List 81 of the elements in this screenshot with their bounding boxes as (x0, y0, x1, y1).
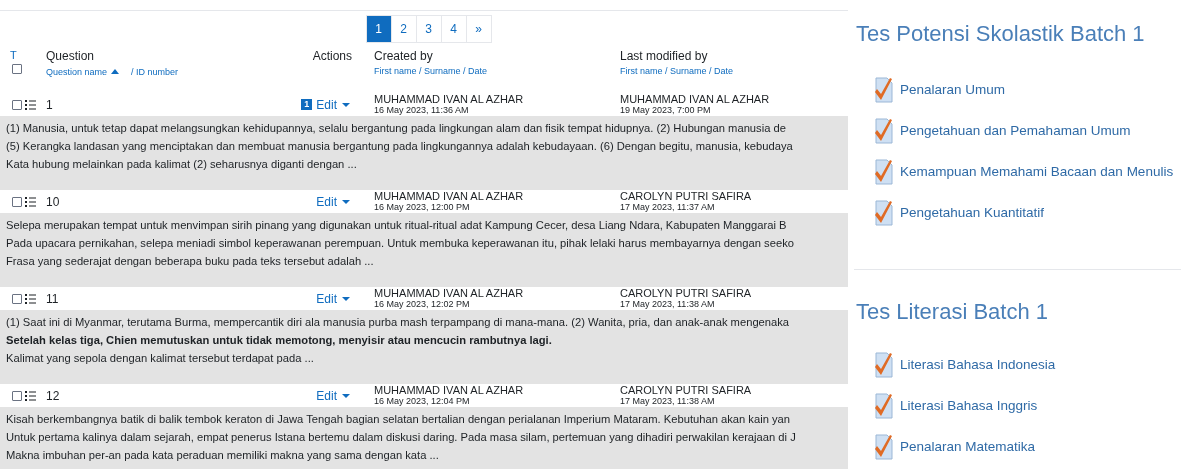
user-name: MUHAMMAD IVAN AL AZHAR (620, 93, 771, 105)
question-name: 1 (46, 96, 54, 114)
date-text: 17 May 2023, 11:38 AM (620, 298, 716, 310)
checkbox[interactable] (12, 390, 22, 401)
list-icon (25, 196, 36, 207)
section-title: Tes Potensi Skolastik Batch 1 (856, 20, 1145, 48)
column-heading: Actions (312, 49, 352, 65)
date-text: 17 May 2023, 11:38 AM (620, 395, 716, 407)
preview-text: Makna imbuhan per-an pada kata peraduan memiliki makna yang sama dengan kata ... (6, 448, 439, 463)
caret-icon (342, 199, 350, 204)
checkbox[interactable] (12, 293, 22, 304)
checked-document-icon (874, 392, 894, 420)
user-name: CAROLYN PUTRI SAFIRA (620, 384, 753, 396)
activity-link[interactable]: Pengetahuan dan Pemahaman Umum (874, 117, 1131, 145)
checked-document-icon (874, 117, 894, 145)
question-name: 12 (46, 387, 61, 405)
activity-link[interactable]: Penalaran Matematika (874, 433, 1036, 461)
page-link[interactable]: 3 (415, 15, 442, 43)
user-name: CAROLYN PUTRI SAFIRA (620, 287, 753, 299)
preview-text: Frasa yang sederajat dengan beberapa buku pada teks tersebut adalah ... (6, 254, 374, 269)
preview-text: (5) Kerangka landasan yang menciptakan dan membuat manusia bergantung pada lingkungannya adalah kebudayaan. (6) Dengan begitu, manusia, kebudaya (6, 139, 793, 154)
checkbox[interactable] (12, 64, 22, 74)
date-text: 16 May 2023, 12:02 PM (374, 298, 471, 310)
activity-link[interactable]: Pengetahuan Kuantitatif (874, 199, 1045, 227)
checked-document-icon (874, 433, 894, 461)
list-icon (25, 99, 36, 110)
page-link[interactable]: 4 (440, 15, 467, 43)
checked-document-icon (874, 158, 894, 186)
user-name: MUHAMMAD IVAN AL AZHAR (374, 93, 525, 105)
checked-document-icon (874, 199, 894, 227)
preview-text: (1) Manusia, untuk tetap dapat melangsungkan kehidupannya, selalu bergantung pada lingkungan alam dan fisik tempat hidupnya. (2) Hubungan manusia de (6, 121, 786, 136)
column-heading: Created by (374, 49, 434, 63)
column-heading: Question (46, 49, 96, 63)
preview-text: Kisah berkembangnya batik di balik tembok keraton di Jawa Tengah bagian selatan bertalian dengan perialanan Imperium Mataram. Kebutuhan akan kain yan (6, 412, 791, 427)
checkbox[interactable] (12, 196, 22, 207)
activity-link[interactable]: Literasi Bahasa Inggris (874, 392, 1038, 420)
sort-link[interactable]: First name / Surname / Date (374, 66, 488, 77)
sort-ascending-icon (111, 68, 120, 74)
edit-dropdown[interactable]: Edit (316, 386, 350, 405)
checked-document-icon (874, 76, 894, 104)
section-title: Tes Literasi Batch 1 (856, 298, 1048, 326)
user-name: MUHAMMAD IVAN AL AZHAR (374, 190, 525, 202)
user-name: MUHAMMAD IVAN AL AZHAR (374, 287, 525, 299)
user-name: MUHAMMAD IVAN AL AZHAR (374, 384, 525, 396)
preview-text: Pada upacara pernikahan, selepa meniadi simbol keperawanan perempuan. Untuk membuka keperawanan itu, pihak lelaki harus membayarnya dengan seeko (6, 236, 794, 251)
user-name: CAROLYN PUTRI SAFIRA (620, 190, 753, 202)
date-text: 16 May 2023, 12:04 PM (374, 395, 471, 407)
preview-text: Kata hubung melainkan pada kalimat (2) seharusnya diganti dengan ... (6, 157, 357, 172)
date-text: 16 May 2023, 12:00 PM (374, 201, 471, 213)
preview-text: Kalimat yang sepola dengan kalimat tersebut terdapat pada ... (6, 351, 314, 366)
page-link[interactable]: » (465, 15, 492, 43)
edit-dropdown[interactable]: Edit (316, 95, 350, 114)
date-text: 16 May 2023, 11:36 AM (374, 104, 470, 116)
version-badge: 1 (301, 99, 313, 110)
sort-link[interactable]: / ID number (131, 66, 179, 80)
page-link[interactable]: 2 (390, 15, 417, 43)
question-name: 10 (46, 193, 61, 211)
edit-dropdown[interactable]: Edit (316, 192, 350, 211)
bold-sentence: Setelah kelas tiga, Chien memutuskan untuk tidak memotong, menyisir atau mencucin rambutnya lagi. (6, 333, 552, 348)
sort-link[interactable]: Question name (46, 66, 108, 80)
sort-link[interactable]: First name / Surname / Date (620, 66, 734, 77)
list-icon (25, 293, 36, 304)
activity-link[interactable]: Penalaran Umum (874, 76, 1006, 104)
caret-icon (342, 102, 350, 107)
page-link[interactable]: 1 (365, 15, 392, 43)
checkbox[interactable] (12, 99, 22, 110)
type-column-heading[interactable]: T (9, 49, 46, 62)
column-heading: Last modified by (620, 49, 709, 63)
edit-dropdown[interactable]: Edit (316, 289, 350, 308)
list-icon (25, 390, 36, 401)
date-text: 19 May 2023, 7:00 PM (620, 104, 712, 116)
activity-link[interactable]: Literasi Bahasa Indonesia (874, 351, 1056, 379)
activity-link[interactable]: Kemampuan Memahami Bacaan dan Menulis (874, 158, 1174, 186)
preview-text: Selepa merupakan tempat untuk menvimpan sirih pinang yang digunakan untuk ritual-ritual adat Kampung Cecer, desa Liang Ndara, Kabupaten Manggarai B (6, 218, 787, 233)
checked-document-icon (874, 351, 894, 379)
question-name: 11 (46, 290, 60, 308)
preview-text: (1) Saat ini di Myanmar, terutama Burma, mempercantik diri ala manusia purba mash terpampang di mana-mana. (2) Wanita, pria, dan anak-anak mengenaka (6, 315, 790, 330)
date-text: 17 May 2023, 11:37 AM (620, 201, 716, 213)
preview-text: Untuk pertama kalinya dalam sejarah, empat penerus Istana bertemu dalam diskusi daring. Pada masa silam, pertemuan yang dihadiri perwakilan kerajaan di J (6, 430, 796, 445)
caret-icon (342, 296, 350, 301)
caret-icon (342, 393, 350, 398)
